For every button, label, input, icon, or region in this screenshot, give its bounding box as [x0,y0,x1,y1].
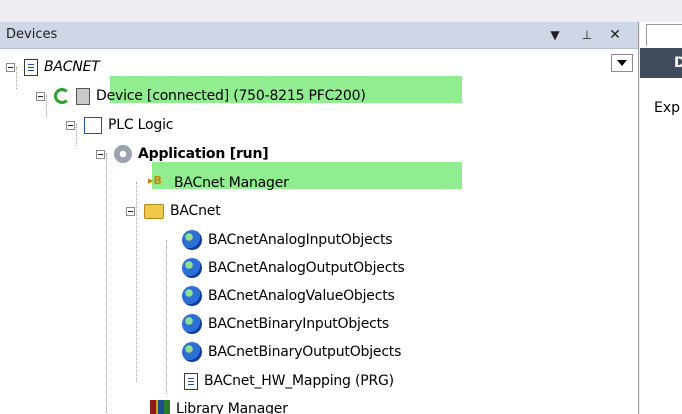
folder-icon [144,203,164,219]
tree-item-object[interactable]: BACnetAnalogInputObjects [182,227,393,253]
globe-icon [182,258,202,278]
panel-title: Devices [6,27,58,42]
tree-item-plc-logic[interactable]: PLC Logic [66,112,174,138]
tree-item-label: BACnetBinaryInputObjects [208,316,390,332]
tree-item-bacnet-manager[interactable]: ▸B BACnet Manager [148,170,289,196]
collapse-icon[interactable] [96,150,105,159]
right-panel: D Exp [640,22,682,414]
bacnet-manager-icon: ▸B [148,174,162,187]
right-panel-header: D [640,48,682,78]
project-icon [24,58,38,76]
chevron-down-icon[interactable]: ▼ [546,25,564,45]
top-strip [0,0,682,22]
tree-line [166,240,167,394]
tree-item-object[interactable]: BACnetAnalogValueObjects [182,283,395,309]
tree-item-label: BACnet_HW_Mapping (PRG) [204,373,394,389]
collapse-icon[interactable] [36,92,45,101]
sync-icon [54,88,70,104]
tree-item-device[interactable]: Device [connected] (750-8215 PFC200) [36,83,366,109]
tree-item-label: BACnetAnalogValueObjects [208,288,395,304]
tree-item-object[interactable]: BACnetBinaryOutputObjects [182,339,401,365]
application-gear-icon [114,145,132,163]
panel-header: Devices ▼ ⊥ ✕ [0,22,638,49]
globe-icon [182,230,202,250]
globe-icon [182,342,202,362]
tree-item-bacnet-folder[interactable]: BACnet [126,198,221,224]
tree-item-bacnet[interactable]: BACNET [6,54,100,80]
tree-item-label: Application [run] [138,146,269,162]
tree-item-label: BACnetAnalogInputObjects [208,232,393,248]
devices-panel: Devices ▼ ⊥ ✕ BACNET Device [connected] … [0,22,639,414]
document-icon [184,372,198,390]
device-tree: BACNET Device [connected] (750-8215 PFC2… [0,50,620,414]
tree-item-label: BACnetAnalogOutputObjects [208,260,405,276]
tree-item-library-manager[interactable]: Library Manager [150,396,288,414]
tree-item-label: PLC Logic [108,117,174,133]
document-tab[interactable] [646,24,682,46]
tree-item-application[interactable]: Application [run] [96,141,269,167]
globe-icon [182,286,202,306]
close-icon[interactable]: ✕ [606,25,624,45]
tree-item-label: BACnet Manager [174,175,289,191]
right-panel-text: Exp [654,100,681,116]
collapse-icon[interactable] [126,207,135,216]
tree-item-program[interactable]: BACnet_HW_Mapping (PRG) [184,368,394,394]
collapse-icon[interactable] [6,63,15,72]
device-icon [76,87,90,105]
library-icon [150,400,170,414]
tree-item-label: BACnetBinaryOutputObjects [208,344,402,360]
tree-line [106,153,107,413]
plc-logic-icon [84,116,102,134]
tree-item-object[interactable]: BACnetBinaryInputObjects [182,311,389,337]
globe-icon [182,314,202,334]
collapse-icon[interactable] [66,121,75,130]
tree-item-label: BACnet [170,203,221,219]
tree-item-label: Library Manager [176,401,288,414]
tree-item-label: BACNET [44,59,100,75]
tree-item-object[interactable]: BACnetAnalogOutputObjects [182,255,405,281]
pin-icon[interactable]: ⊥ [578,25,596,45]
tree-item-label: Device [connected] (750-8215 PFC200) [96,88,366,104]
